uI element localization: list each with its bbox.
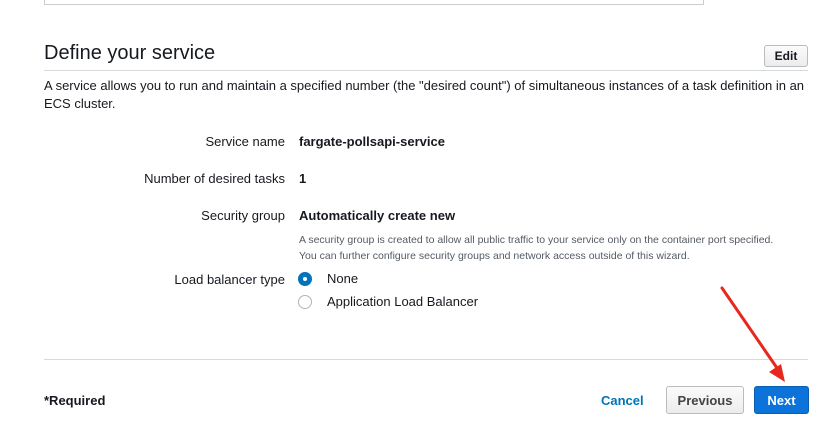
section-title: Define your service xyxy=(44,42,216,64)
radio-alb-label: Application Load Balancer xyxy=(327,294,479,309)
security-group-help: A security group is created to allow all… xyxy=(299,232,809,264)
required-note: *Required xyxy=(44,393,106,408)
previous-button[interactable]: Previous xyxy=(666,386,744,414)
security-group-help-line-2: You can further configure security group… xyxy=(299,250,690,262)
service-name-label: Service name xyxy=(205,134,285,149)
security-group-value: Automatically create new xyxy=(299,208,456,223)
radio-none-label: None xyxy=(327,271,359,286)
desired-tasks-value: 1 xyxy=(299,171,307,186)
load-balancer-option-alb[interactable]: Application Load Balancer xyxy=(298,294,478,309)
desired-tasks-label: Number of desired tasks xyxy=(144,171,285,186)
security-group-help-line-1: A security group is created to allow all… xyxy=(299,234,774,246)
load-balancer-option-none[interactable]: None xyxy=(298,271,358,286)
section-divider xyxy=(44,70,808,71)
security-group-label: Security group xyxy=(201,208,285,223)
service-name-value: fargate-pollsapi-service xyxy=(299,134,445,149)
section-description: A service allows you to run and maintain… xyxy=(44,78,805,111)
edit-button[interactable]: Edit xyxy=(764,45,808,67)
cancel-button[interactable]: Cancel xyxy=(601,393,644,408)
next-button[interactable]: Next xyxy=(754,386,809,414)
previous-section-box xyxy=(44,0,704,5)
radio-alb[interactable] xyxy=(298,294,312,309)
load-balancer-type-label: Load balancer type xyxy=(174,272,285,287)
radio-none[interactable] xyxy=(298,271,312,286)
footer-divider xyxy=(44,359,808,360)
